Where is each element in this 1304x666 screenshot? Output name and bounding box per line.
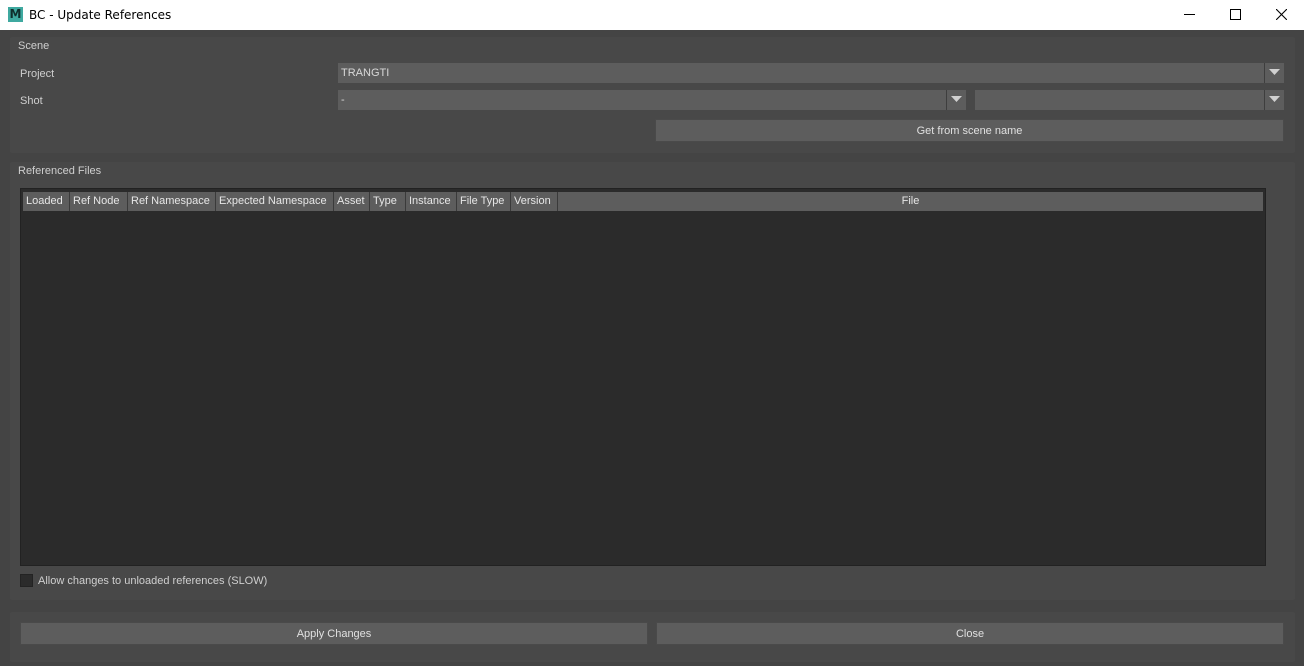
shot-combo-value: - — [341, 94, 345, 106]
column-header-type[interactable]: Type — [370, 192, 406, 211]
close-icon — [1276, 9, 1287, 20]
shot-combo-arrow[interactable] — [946, 90, 966, 110]
chevron-down-icon — [1269, 69, 1280, 75]
column-header-file-type[interactable]: File Type — [457, 192, 511, 211]
column-header-instance[interactable]: Instance — [406, 192, 457, 211]
shot-secondary-combo-arrow[interactable] — [1264, 90, 1284, 110]
allow-unloaded-checkbox[interactable] — [20, 574, 33, 587]
referenced-files-group-label: Referenced Files — [18, 165, 102, 177]
column-header-ref-node[interactable]: Ref Node — [70, 192, 128, 211]
close-window-button[interactable] — [1258, 0, 1304, 30]
maximize-icon — [1230, 9, 1241, 20]
shot-label: Shot — [20, 95, 43, 107]
column-header-expected-namespace[interactable]: Expected Namespace — [216, 192, 334, 211]
chevron-down-icon — [1269, 96, 1280, 102]
column-header-version[interactable]: Version — [511, 192, 558, 211]
maximize-button[interactable] — [1212, 0, 1258, 30]
column-header-loaded[interactable]: Loaded — [23, 192, 70, 211]
title-bar[interactable]: M BC - Update References — [0, 0, 1304, 30]
maya-app-icon: M — [8, 7, 23, 22]
update-references-window: M BC - Update References Scene Project T… — [0, 0, 1304, 666]
project-combo-value: TRANGTI — [341, 67, 390, 79]
project-combo-arrow[interactable] — [1264, 63, 1284, 83]
minimize-button[interactable] — [1166, 0, 1212, 30]
scene-group-label: Scene — [18, 40, 50, 52]
column-header-asset[interactable]: Asset — [334, 192, 370, 211]
references-table[interactable]: Loaded Ref Node Ref Namespace Expected N… — [20, 188, 1266, 566]
apply-changes-button[interactable]: Apply Changes — [20, 622, 648, 645]
shot-combo[interactable]: - — [338, 90, 966, 110]
minimize-icon — [1184, 14, 1195, 15]
project-combo[interactable]: TRANGTI — [338, 63, 1284, 83]
get-from-scene-name-button[interactable]: Get from scene name — [655, 119, 1284, 142]
chevron-down-icon — [951, 96, 962, 102]
shot-secondary-combo[interactable] — [975, 90, 1284, 110]
table-header: Loaded Ref Node Ref Namespace Expected N… — [23, 192, 1263, 211]
window-title: BC - Update References — [29, 8, 172, 22]
column-header-file[interactable]: File — [558, 192, 1263, 211]
allow-unloaded-label: Allow changes to unloaded references (SL… — [38, 575, 268, 587]
project-label: Project — [20, 68, 55, 80]
column-header-ref-namespace[interactable]: Ref Namespace — [128, 192, 216, 211]
close-button[interactable]: Close — [656, 622, 1284, 645]
